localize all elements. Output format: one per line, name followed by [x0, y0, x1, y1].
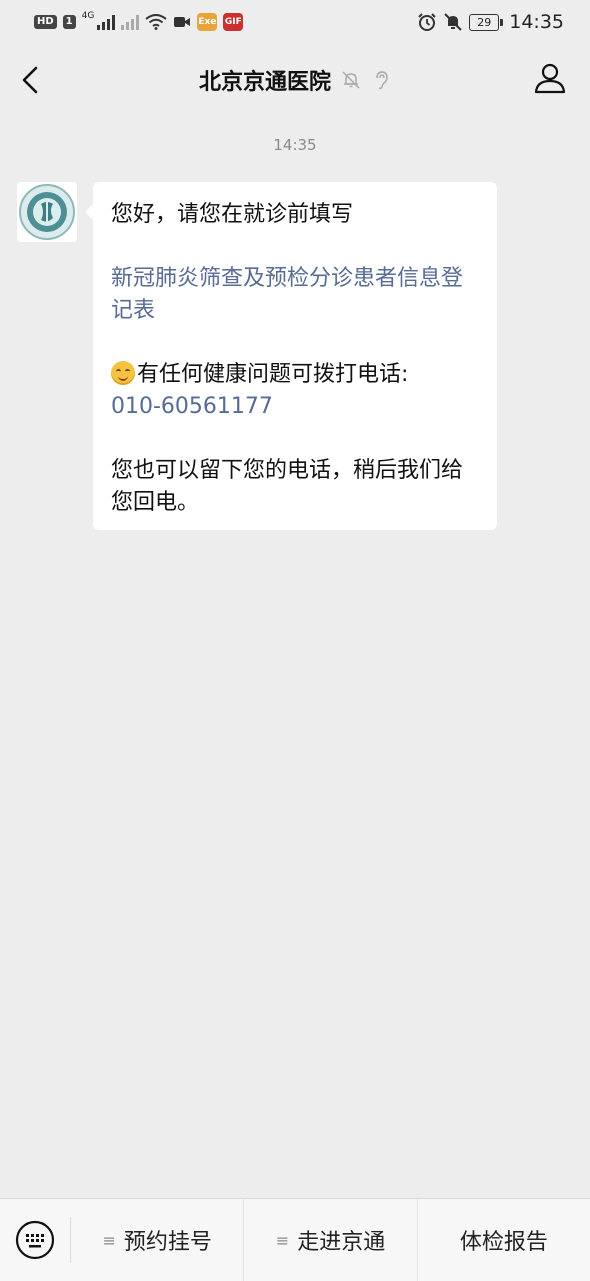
greeting-text: 您好，请您在就诊前填写 [111, 202, 354, 227]
network-type: 4G [81, 11, 95, 21]
status-left: HD 1 4G Exe GIF [34, 11, 244, 31]
registration-form-link[interactable]: 新冠肺炎筛查及预检分诊患者信息登记表 [111, 263, 481, 327]
page-title: 北京京通医院 [198, 70, 331, 95]
hotline-line: 有任何健康问题可拨打电话: [111, 359, 481, 391]
menu-item-appointment[interactable]: ≡ 预约挂号 [71, 1199, 243, 1281]
video-icon [174, 17, 191, 27]
ear-icon [376, 71, 388, 90]
phone-link[interactable]: 010-60561177 [111, 391, 481, 423]
message-bubble: 您好，请您在就诊前填写 新冠肺炎筛查及预检分诊患者信息登记表 有任何健康问题可拨… [85, 182, 497, 530]
submenu-icon: ≡ [102, 1230, 116, 1250]
wifi-icon [145, 14, 167, 30]
mute-icon [444, 13, 462, 31]
hd-badge: HD [34, 15, 57, 29]
menu-item-checkup-report[interactable]: 体检报告 [416, 1199, 590, 1281]
app-notification-icon: Exe [197, 13, 218, 31]
keyboard-toggle-button[interactable] [0, 1199, 70, 1281]
hotline-text: 有任何健康问题可拨打电话: [137, 362, 409, 387]
chat-timestamp: 14:35 [273, 136, 317, 154]
gif-app-icon: GIF [223, 13, 244, 31]
hospital-logo-icon [17, 182, 77, 242]
menu-item-label: 预约挂号 [123, 1230, 212, 1255]
status-time: 14:35 [509, 11, 564, 33]
smile-emoji-icon [111, 361, 135, 385]
menu-item-label: 体检报告 [459, 1230, 548, 1255]
signal-icon [97, 14, 116, 30]
callback-text: 您也可以留下您的电话，稍后我们给您回电。 [111, 458, 464, 515]
keyboard-icon [15, 1220, 55, 1260]
profile-icon[interactable] [532, 60, 568, 96]
back-icon[interactable] [14, 62, 50, 98]
bottom-menu-bar: ≡ 预约挂号 ≡ 走进京通 体检报告 [0, 1198, 590, 1281]
mute-notification-icon [342, 71, 360, 89]
nav-bar: 北京京通医院 [0, 44, 590, 116]
menu-item-label: 走进京通 [297, 1230, 386, 1255]
battery-icon: 29 [469, 13, 504, 31]
menu-item-about[interactable]: ≡ 走进京通 [243, 1199, 416, 1281]
nav-title-group: 北京京通医院 [199, 64, 391, 96]
status-bar: HD 1 4G Exe GIF 29 14:35 [0, 0, 590, 44]
hospital-avatar[interactable] [17, 182, 77, 242]
signal-2-icon [121, 14, 140, 30]
alarm-icon [418, 13, 436, 31]
status-right: 29 14:35 [417, 11, 564, 33]
sim-badge: 1 [62, 15, 76, 29]
submenu-icon: ≡ [275, 1230, 290, 1250]
